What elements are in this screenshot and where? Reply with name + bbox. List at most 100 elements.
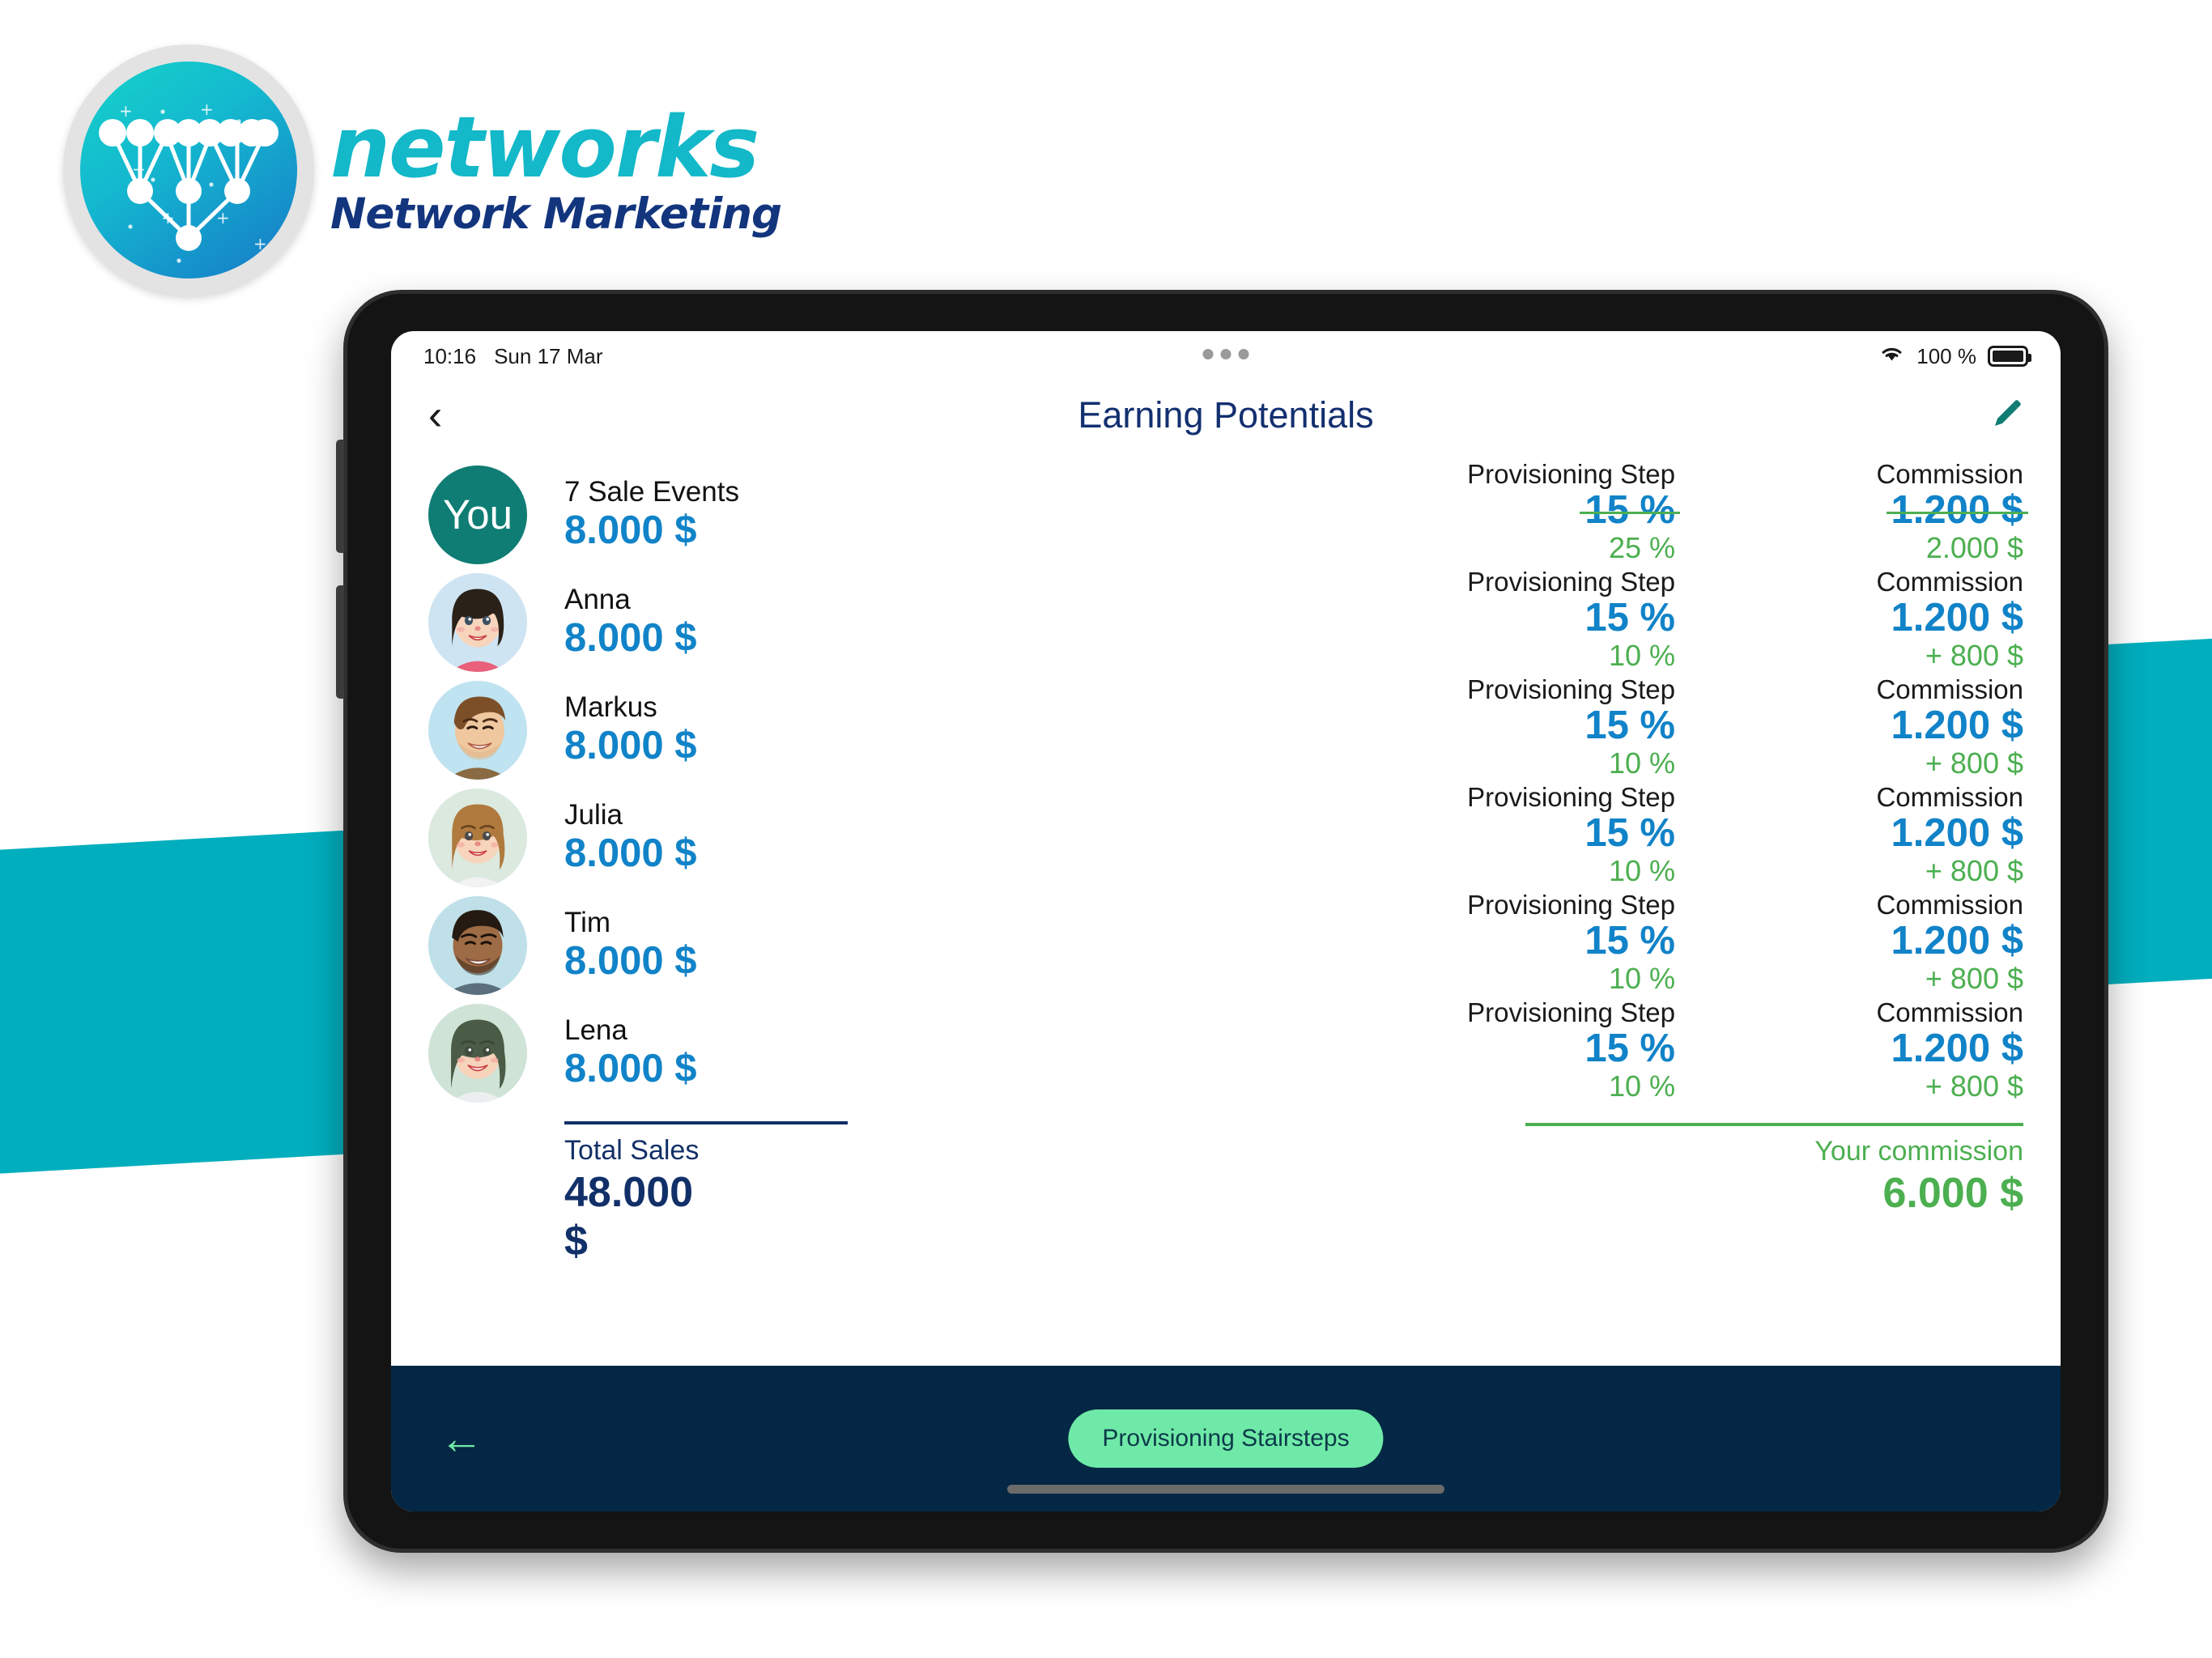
commission-label: Commission	[1876, 567, 2023, 597]
svg-text:+: +	[216, 208, 230, 227]
camera-dot-icon	[1220, 349, 1231, 359]
provisioning-step-label: Provisioning Step	[1467, 890, 1675, 920]
list-item-label: Lena	[564, 1014, 627, 1046]
provisioning-step-cell: Provisioning Step 15 % 10 %	[1335, 783, 1675, 891]
commission-value: 1.200 $	[1891, 1026, 2024, 1070]
wifi-icon	[1878, 343, 1905, 369]
camera-dot-icon	[1238, 349, 1249, 359]
provisioning-column: Provisioning Step 15 % 25 % Commission 1…	[1335, 459, 2028, 1265]
commission-label: Commission	[1876, 674, 2023, 704]
status-time: 10:16	[423, 343, 477, 368]
your-commission-amount: 6.000 $	[1882, 1170, 2024, 1217]
bottom-navigation-bar: ← Provisioning Stairsteps	[391, 1366, 2061, 1511]
list-item-amount: 8.000 $	[564, 1047, 697, 1091]
list-item-text: Julia 8.000 $	[564, 798, 697, 876]
commission-label: Commission	[1876, 459, 2023, 489]
brand-subtitle: Network Marketing	[330, 189, 782, 239]
total-sales-label: Total Sales	[564, 1135, 700, 1166]
provisioning-step-value: 15 %	[1585, 1026, 1675, 1070]
avatar	[428, 895, 527, 995]
list-item-text: 7 Sale Events 8.000 $	[564, 475, 739, 553]
avatar	[428, 680, 527, 780]
commission-bonus: 2.000 $	[1925, 530, 2023, 564]
avatar: You	[428, 465, 527, 564]
total-sales-block: Total Sales 48.000 $	[428, 1121, 848, 1265]
commission-value: 1.200 $	[1891, 595, 2024, 640]
list-item-label: Julia	[564, 798, 623, 831]
list-item-amount: 8.000 $	[564, 831, 697, 876]
provisioning-step-label: Provisioning Step	[1467, 674, 1675, 704]
page-title: Earning Potentials	[1078, 394, 1374, 436]
list-item[interactable]: Anna 8.000 $	[428, 568, 1076, 676]
brand-logo: + + + + + + networks Network Marketing	[63, 45, 782, 295]
avatar	[428, 572, 527, 672]
commission-bonus: + 800 $	[1925, 746, 2023, 780]
table-row: Provisioning Step 15 % 10 % Commission 1…	[1335, 782, 2023, 891]
list-item[interactable]: Lena 8.000 $	[428, 999, 1076, 1107]
table-row: Provisioning Step 15 % 10 % Commission 1…	[1335, 891, 2023, 999]
screenshot-canvas: + + + + + + networks Network Marketing 1…	[0, 0, 2212, 1658]
your-commission-block: Your commission 6.000 $	[1335, 1123, 2023, 1218]
status-bar-left: 10:16 Sun 17 Mar	[423, 344, 602, 369]
table-row: Provisioning Step 15 % 25 % Commission 1…	[1335, 459, 2028, 568]
table-row: Provisioning Step 15 % 10 % Commission 1…	[1335, 568, 2023, 676]
list-item-label: Markus	[564, 691, 657, 723]
tablet-device-frame: 10:16 Sun 17 Mar 100 % ‹ Earning Potenti…	[336, 290, 2108, 1553]
commission-value: 1.200 $	[1891, 703, 2024, 747]
status-date: Sun 17 Mar	[494, 343, 603, 368]
network-tree-icon: + + + + + +	[80, 62, 297, 278]
list-item-label: 7 Sale Events	[564, 475, 739, 508]
pencil-icon[interactable]	[1988, 397, 2023, 433]
provisioning-step-value: 15 %	[1585, 595, 1675, 640]
svg-text:+: +	[200, 100, 214, 119]
svg-text:+: +	[161, 208, 175, 227]
provisioning-step-cell: Provisioning Step 15 % 10 %	[1335, 998, 1675, 1107]
list-item-text: Anna 8.000 $	[564, 583, 697, 661]
commission-cell: Commission 1.200 $ 2.000 $	[1699, 459, 2028, 568]
provisioning-step-bonus: 10 %	[1608, 853, 1675, 887]
provisioning-step-value: 15 %	[1580, 487, 1680, 532]
total-sales-amount: 48.000 $	[564, 1169, 694, 1265]
provisioning-step-bonus: 10 %	[1608, 638, 1675, 672]
arrow-left-icon[interactable]: ←	[440, 1417, 483, 1460]
app-header: ‹ Earning Potentials	[391, 376, 2061, 454]
svg-text:+: +	[253, 234, 267, 253]
layout-spacer	[1076, 461, 1335, 1265]
avatar	[428, 788, 527, 887]
home-indicator[interactable]	[1007, 1485, 1444, 1494]
table-row: Provisioning Step 15 % 10 % Commission 1…	[1335, 674, 2024, 784]
commission-bonus: + 800 $	[1925, 638, 2023, 672]
tablet-screen: 10:16 Sun 17 Mar 100 % ‹ Earning Potenti…	[391, 331, 2061, 1511]
list-item[interactable]: Markus 8.000 $	[428, 676, 1076, 784]
list-item-amount: 8.000 $	[564, 939, 697, 984]
list-item-label: Anna	[564, 583, 631, 615]
commission-cell: Commission 1.200 $ + 800 $	[1699, 674, 2024, 784]
avatar-initials: You	[442, 491, 513, 538]
table-row: Provisioning Step 15 % 10 % Commission 1…	[1335, 997, 2024, 1107]
commission-label: Commission	[1876, 782, 2023, 812]
commission-label: Commission	[1876, 997, 2023, 1027]
members-column: You 7 Sale Events 8.000 $ Anna 8.000 $ M…	[428, 461, 1076, 1265]
divider	[1525, 1123, 2023, 1126]
list-item[interactable]: Julia 8.000 $	[428, 784, 1076, 891]
divider	[564, 1121, 848, 1124]
chevron-left-icon[interactable]: ‹	[428, 394, 442, 436]
list-item-text: Lena 8.000 $	[564, 1014, 697, 1091]
commission-value: 1.200 $	[1891, 918, 2024, 963]
commission-bonus: + 800 $	[1925, 853, 2023, 887]
list-item[interactable]: Tim 8.000 $	[428, 891, 1076, 999]
battery-full-icon	[1988, 346, 2031, 367]
list-item[interactable]: You 7 Sale Events 8.000 $	[428, 461, 1076, 568]
provisioning-step-cell: Provisioning Step 15 % 25 %	[1335, 460, 1680, 568]
provisioning-step-cell: Provisioning Step 15 % 10 %	[1335, 674, 1675, 784]
commission-bonus: + 800 $	[1925, 1069, 2023, 1103]
status-bar-right: 100 %	[1878, 343, 2031, 369]
your-commission-label: Your commission	[1814, 1136, 2023, 1167]
list-item-label: Tim	[564, 906, 611, 938]
provisioning-step-bonus: 25 %	[1608, 530, 1675, 564]
svg-text:+: +	[119, 101, 133, 121]
list-item-amount: 8.000 $	[564, 616, 697, 661]
brand-title: networks	[330, 97, 759, 197]
provisioning-stairsteps-button[interactable]: Provisioning Stairsteps	[1068, 1409, 1384, 1468]
svg-text:+: +	[132, 159, 146, 179]
